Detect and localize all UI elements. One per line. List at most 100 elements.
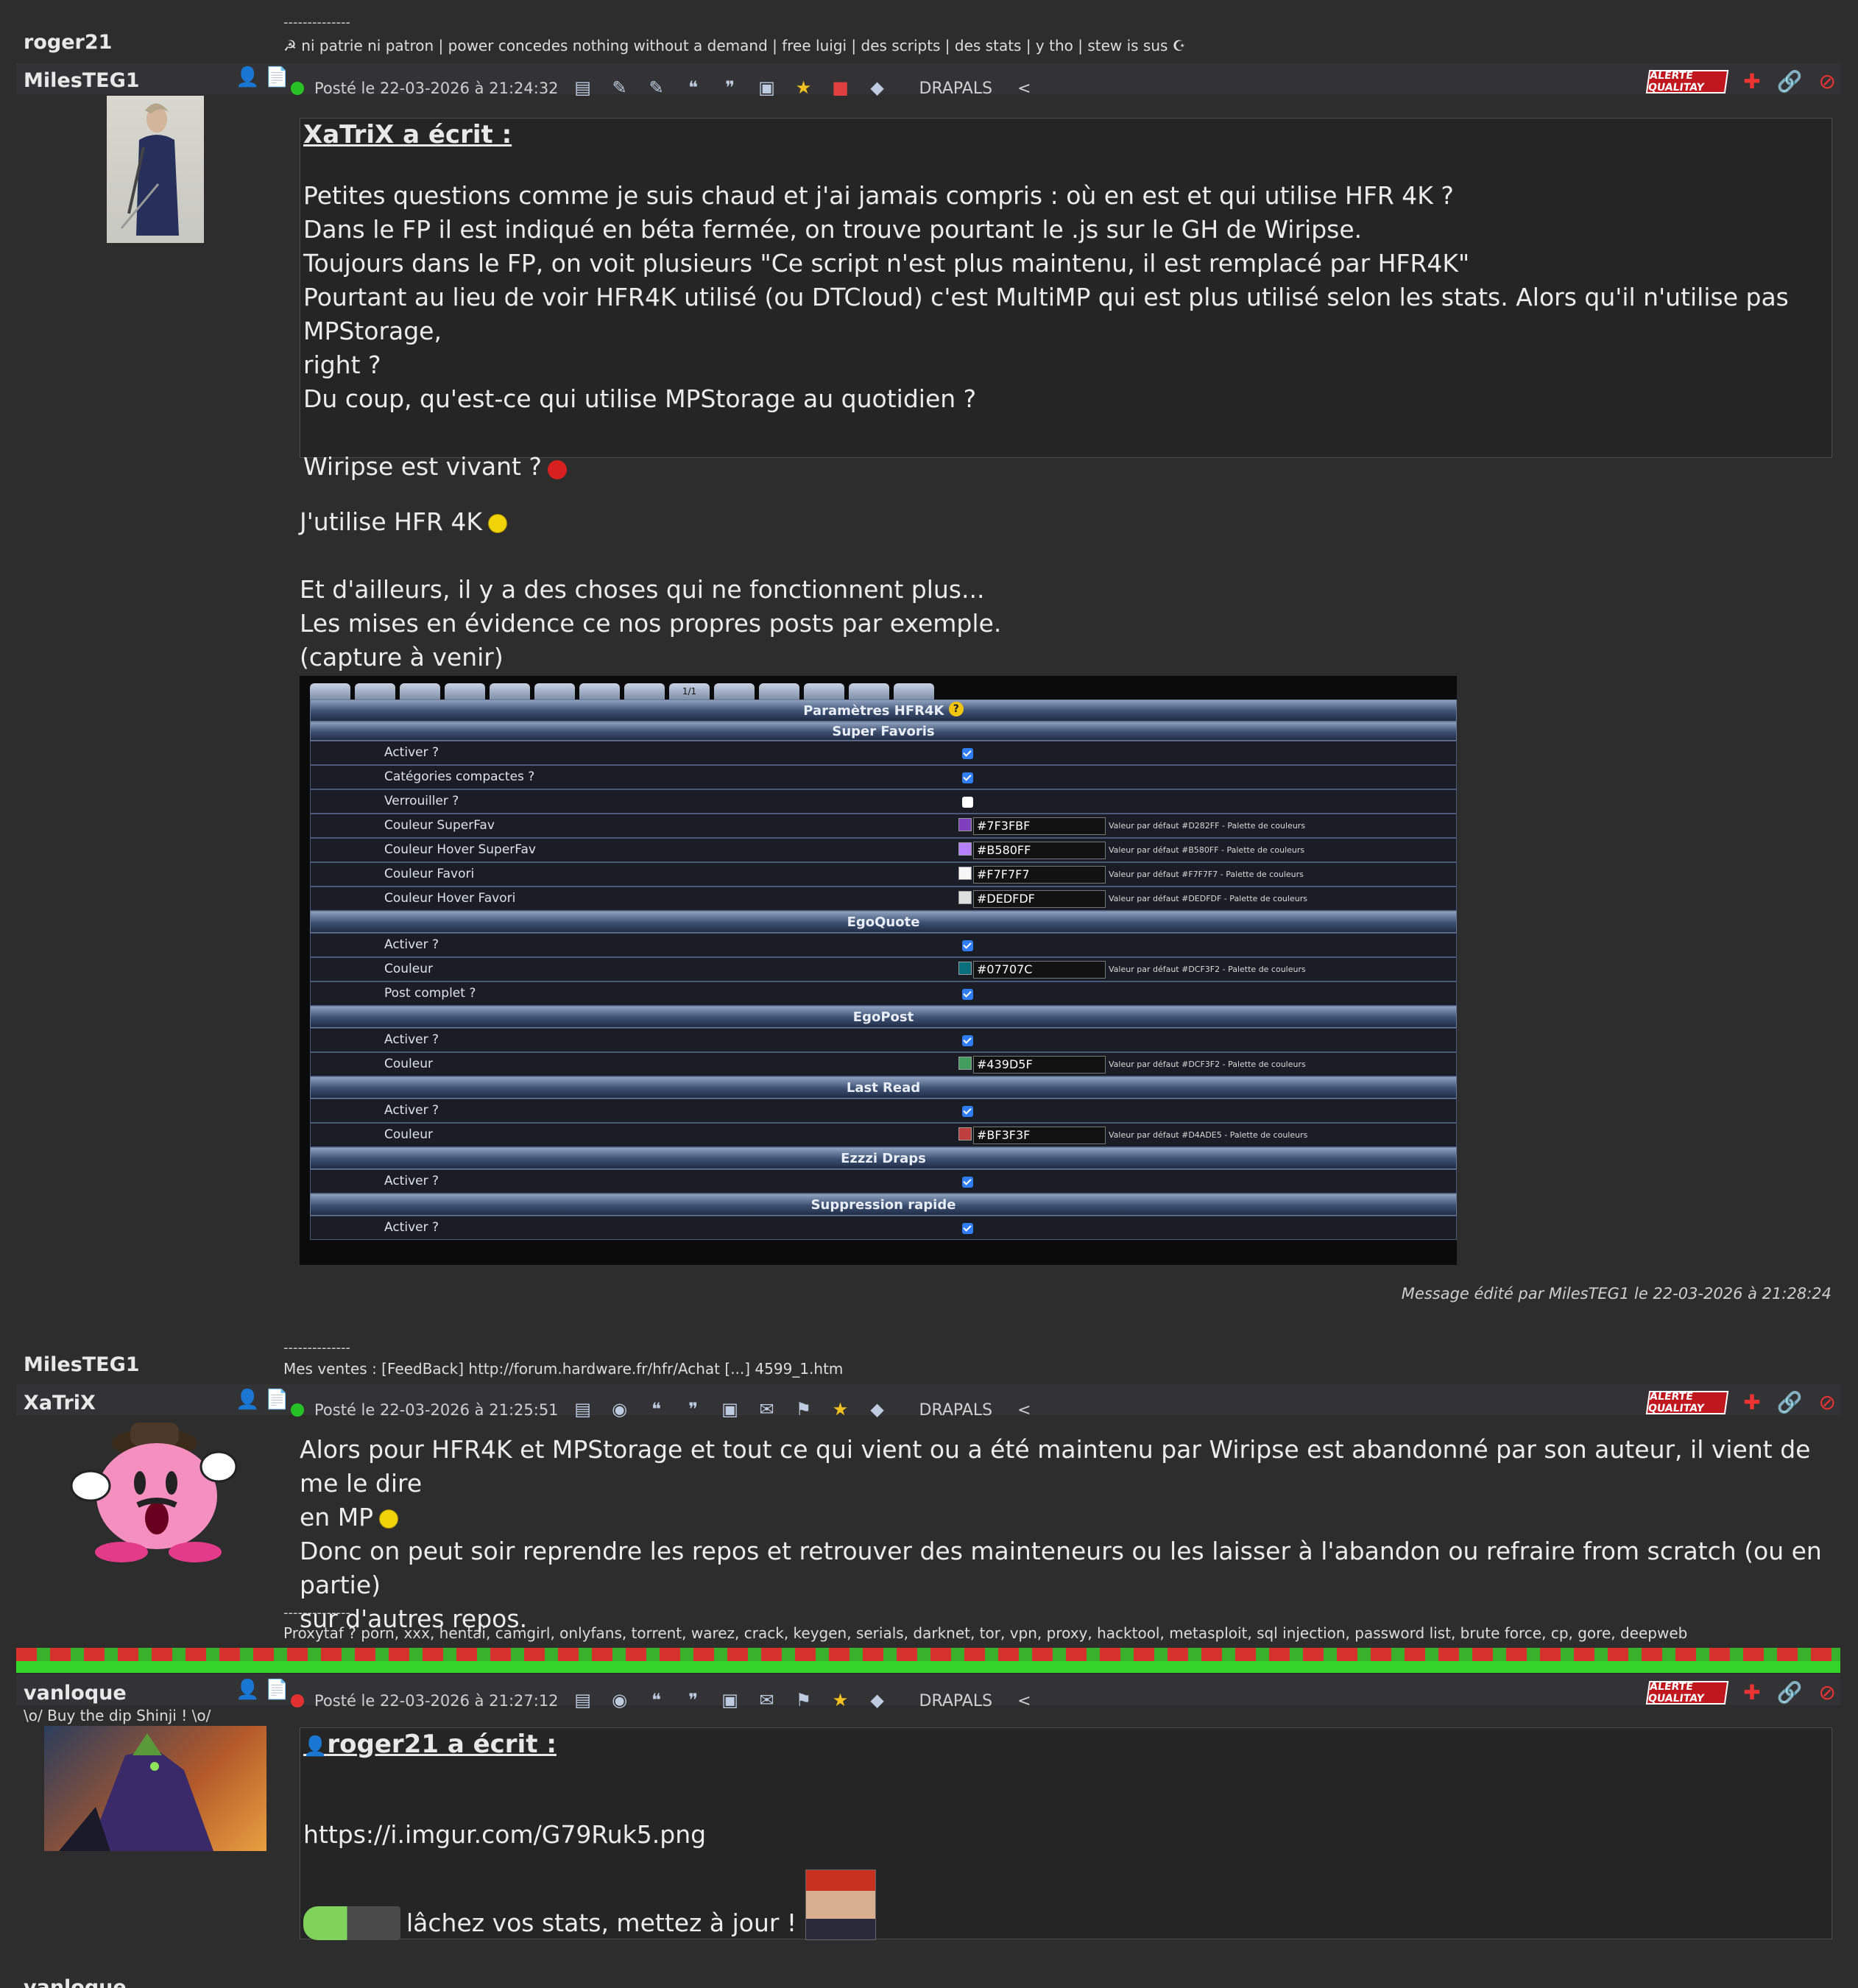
- color-swatch[interactable]: [958, 1127, 972, 1141]
- default-value-note[interactable]: Valeur par défaut #DCF3F2 - Palette de c…: [1109, 1060, 1306, 1069]
- star-icon[interactable]: ★: [791, 77, 816, 99]
- color-swatch[interactable]: [958, 818, 972, 831]
- link-icon[interactable]: 🔗: [1777, 1390, 1803, 1414]
- delete-icon[interactable]: ■: [828, 77, 853, 99]
- settings-tab[interactable]: [849, 683, 889, 699]
- profile-icon[interactable]: 👤: [236, 1679, 259, 1701]
- drapals-link[interactable]: DRAPALS: [919, 1692, 993, 1710]
- settings-tab[interactable]: [400, 683, 440, 699]
- edit-quote-icon[interactable]: ✎: [644, 77, 669, 99]
- default-value-note[interactable]: Valeur par défaut #F7F7F7 - Palette de c…: [1109, 870, 1304, 879]
- mail-icon[interactable]: ✉: [755, 1690, 780, 1712]
- camera-icon[interactable]: ◉: [607, 1690, 632, 1712]
- settings-tab[interactable]: [804, 683, 844, 699]
- setting-checkbox[interactable]: [962, 797, 973, 808]
- color-input[interactable]: #BF3F3F: [973, 1127, 1106, 1144]
- setting-checkbox[interactable]: [962, 748, 973, 759]
- alert-icon[interactable]: ⊘: [1819, 1390, 1836, 1414]
- quote-title[interactable]: XaTriX a écrit :: [303, 120, 1829, 149]
- color-input[interactable]: #07707C: [973, 961, 1106, 979]
- profile-card-icon[interactable]: ▤: [571, 1399, 596, 1421]
- setting-checkbox[interactable]: [962, 940, 973, 951]
- author-name[interactable]: vanloque: [24, 1682, 127, 1705]
- back-link[interactable]: <: [1017, 1692, 1031, 1710]
- quote-icon[interactable]: ❝: [644, 1399, 669, 1421]
- mail-icon[interactable]: ✉: [755, 1399, 780, 1421]
- default-value-note[interactable]: Valeur par défaut #DEDFDF - Palette de c…: [1109, 894, 1307, 903]
- default-value-note[interactable]: Valeur par défaut #DCF3F2 - Palette de c…: [1109, 965, 1306, 974]
- profile-icon[interactable]: 👤: [236, 66, 259, 88]
- setting-checkbox[interactable]: [962, 1106, 973, 1117]
- add-favorite-icon[interactable]: ✚: [1743, 1680, 1760, 1705]
- profile-card-icon[interactable]: ▤: [571, 77, 596, 99]
- tag-icon[interactable]: ◆: [865, 77, 890, 99]
- color-swatch[interactable]: [958, 891, 972, 904]
- setting-checkbox[interactable]: [962, 989, 973, 1000]
- settings-tab[interactable]: [310, 683, 350, 699]
- back-link[interactable]: <: [1017, 1401, 1031, 1420]
- star-icon[interactable]: ★: [828, 1399, 853, 1421]
- quote-title[interactable]: roger21 a écrit :: [327, 1730, 557, 1759]
- drapals-link[interactable]: DRAPALS: [919, 80, 993, 98]
- author-name[interactable]: XaTriX: [24, 1392, 96, 1414]
- settings-tab[interactable]: [534, 683, 575, 699]
- author-name[interactable]: MilesTEG1: [24, 69, 140, 92]
- profile-card-icon[interactable]: ▤: [571, 1690, 596, 1712]
- drapals-link[interactable]: DRAPALS: [919, 1401, 993, 1420]
- alert-icon[interactable]: ⊘: [1819, 1680, 1836, 1705]
- multi-quote-icon[interactable]: ❞: [681, 1399, 706, 1421]
- alerte-qualitay-button[interactable]: ALERTE QUALITAY: [1645, 69, 1729, 94]
- color-swatch[interactable]: [958, 1057, 972, 1070]
- default-value-note[interactable]: Valeur par défaut #D282FF - Palette de c…: [1109, 821, 1305, 831]
- settings-tab[interactable]: [714, 683, 755, 699]
- author-name[interactable]: vanloque: [24, 1976, 127, 1988]
- user-add-icon[interactable]: ⚑: [791, 1690, 816, 1712]
- multi-quote-icon[interactable]: ❞: [718, 77, 743, 99]
- author-name[interactable]: roger21: [24, 31, 112, 54]
- notes-icon[interactable]: 📄: [265, 1679, 289, 1701]
- help-icon[interactable]: ?: [948, 702, 964, 716]
- profile-icon[interactable]: 👤: [236, 1389, 259, 1411]
- color-input[interactable]: #7F3FBF: [973, 817, 1106, 835]
- profile-icon[interactable]: 👤: [303, 1735, 327, 1758]
- settings-tab[interactable]: [490, 683, 530, 699]
- back-link[interactable]: <: [1017, 80, 1031, 98]
- color-input[interactable]: #F7F7F7: [973, 866, 1106, 884]
- settings-tab[interactable]: [759, 683, 799, 699]
- alerte-qualitay-button[interactable]: ALERTE QUALITAY: [1645, 1390, 1729, 1414]
- screen-icon[interactable]: ▣: [718, 1399, 743, 1421]
- settings-tab[interactable]: 1/1: [669, 683, 710, 699]
- quote-icon[interactable]: ❝: [644, 1690, 669, 1712]
- setting-checkbox[interactable]: [962, 1223, 973, 1234]
- quote-link[interactable]: https://i.imgur.com/G79Ruk5.png: [303, 1818, 1829, 1852]
- camera-icon[interactable]: ◉: [607, 1399, 632, 1421]
- embedded-screenshot[interactable]: 1/1 Paramètres HFR4K ? Super Favoris Acti…: [300, 676, 1457, 1265]
- color-input[interactable]: #439D5F: [973, 1056, 1106, 1074]
- color-input[interactable]: #B580FF: [973, 842, 1106, 859]
- star-icon[interactable]: ★: [828, 1690, 853, 1712]
- default-value-note[interactable]: Valeur par défaut #D4ADE5 - Palette de c…: [1109, 1130, 1307, 1140]
- settings-tab[interactable]: [445, 683, 485, 699]
- alerte-qualitay-button[interactable]: ALERTE QUALITAY: [1645, 1680, 1729, 1705]
- author-name[interactable]: MilesTEG1: [24, 1353, 140, 1376]
- notes-icon[interactable]: 📄: [265, 1389, 289, 1411]
- color-input[interactable]: #DEDFDF: [973, 890, 1106, 908]
- link-icon[interactable]: 🔗: [1777, 69, 1803, 94]
- tag-icon[interactable]: ◆: [865, 1690, 890, 1712]
- user-add-icon[interactable]: ⚑: [791, 1399, 816, 1421]
- settings-tab[interactable]: [355, 683, 395, 699]
- notes-icon[interactable]: 📄: [265, 66, 289, 88]
- color-swatch[interactable]: [958, 962, 972, 975]
- settings-tab[interactable]: [624, 683, 665, 699]
- add-favorite-icon[interactable]: ✚: [1743, 1390, 1760, 1414]
- multi-quote-icon[interactable]: ❞: [681, 1690, 706, 1712]
- tag-icon[interactable]: ◆: [865, 1399, 890, 1421]
- default-value-note[interactable]: Valeur par défaut #B580FF - Palette de c…: [1109, 845, 1304, 855]
- setting-checkbox[interactable]: [962, 772, 973, 783]
- setting-checkbox[interactable]: [962, 1035, 973, 1046]
- link-icon[interactable]: 🔗: [1777, 1680, 1803, 1705]
- signature-text[interactable]: Mes ventes : [FeedBack] http://forum.har…: [283, 1360, 843, 1378]
- settings-tab[interactable]: [894, 683, 934, 699]
- color-swatch[interactable]: [958, 842, 972, 856]
- quote-icon[interactable]: ❝: [681, 77, 706, 99]
